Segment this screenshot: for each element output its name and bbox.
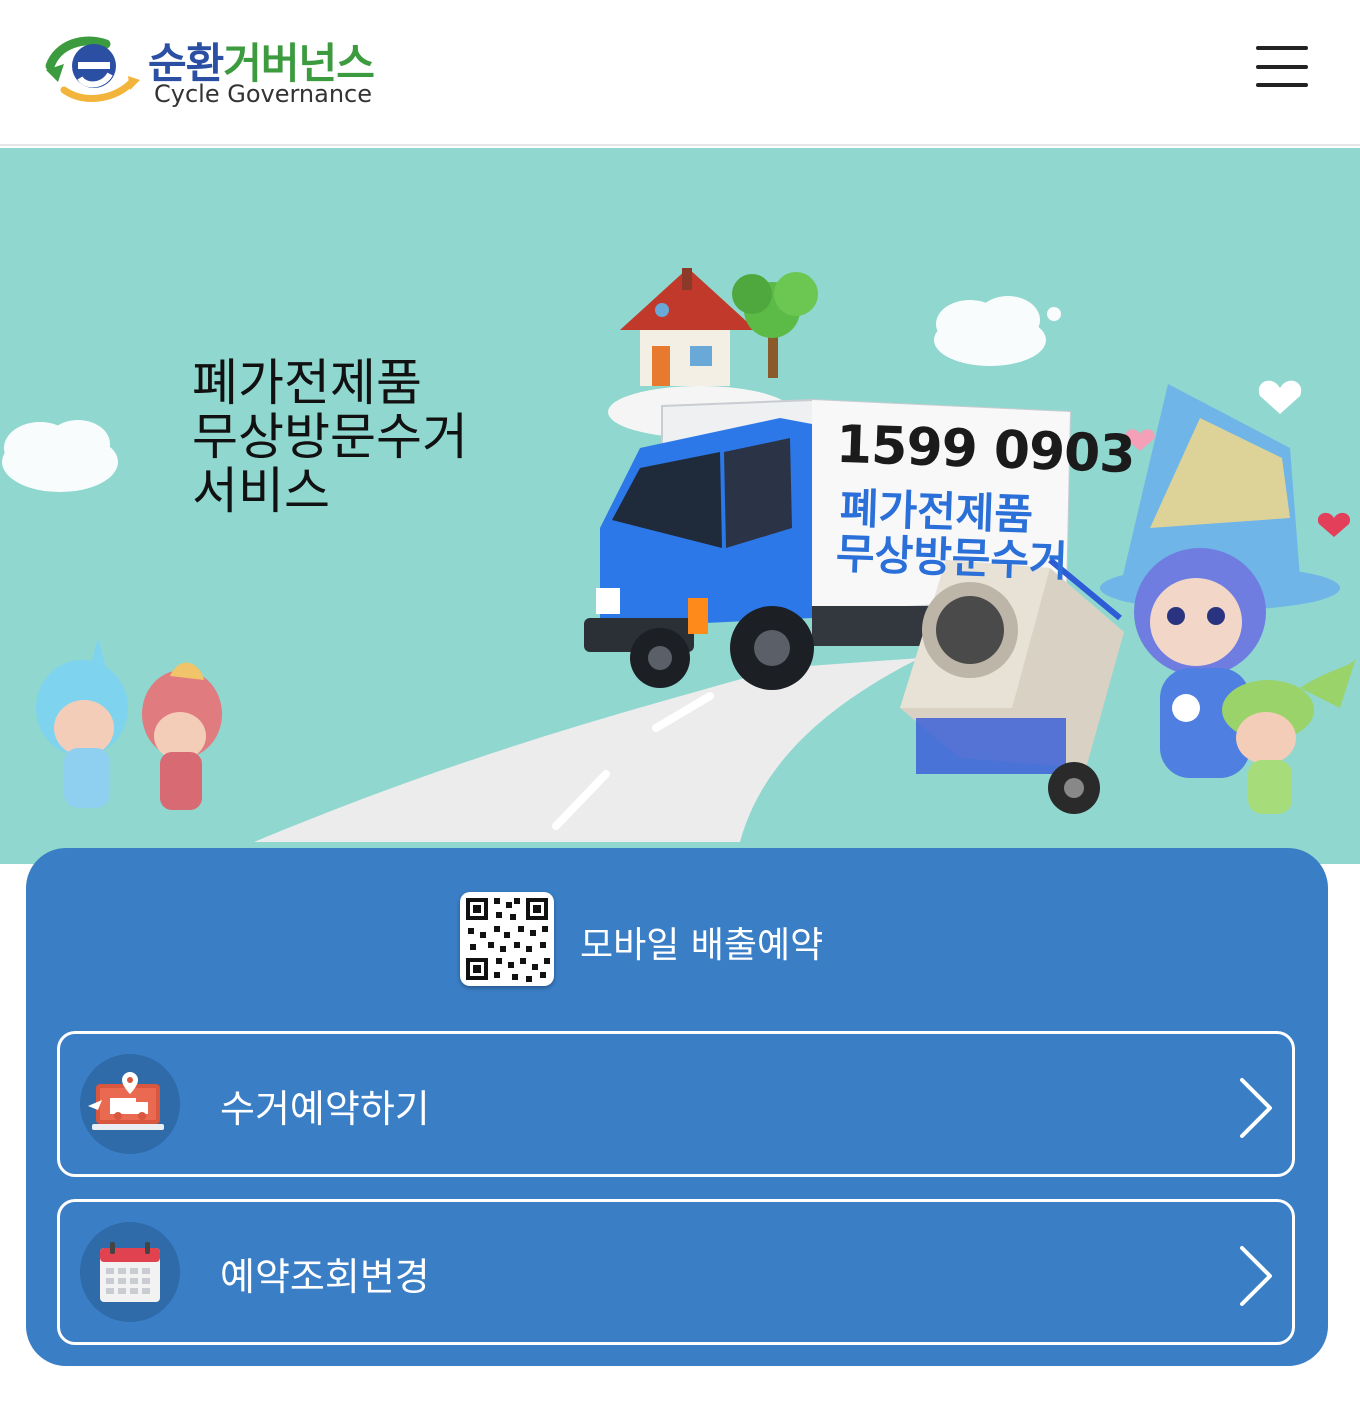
qr-code-graphic bbox=[466, 898, 550, 982]
logo-english-text: Cycle Governance bbox=[154, 80, 373, 108]
hero-banner: 폐가전제품 무상방문수거 서비스 1599 0903 폐가전제품 무상방문수거 bbox=[0, 148, 1360, 864]
pickup-reservation-button[interactable]: 수거예약하기 bbox=[57, 1031, 1295, 1177]
menu-bar bbox=[1256, 83, 1308, 87]
qr-code-icon[interactable] bbox=[460, 892, 554, 986]
character-pink bbox=[142, 662, 222, 810]
truck-phone-number: 1599 0903 bbox=[835, 414, 1136, 486]
hamburger-menu-icon[interactable] bbox=[1256, 46, 1308, 90]
cloud-right bbox=[934, 296, 1061, 366]
reservation-lookup-button[interactable]: 예약조회변경 bbox=[57, 1199, 1295, 1345]
chevron-right-icon bbox=[1240, 1246, 1272, 1306]
reservation-lookup-label: 예약조회변경 bbox=[220, 1255, 430, 1299]
site-logo[interactable]: 순환거버넌스 Cycle Governance bbox=[44, 30, 404, 110]
truck-text-line2: 무상방문수거 bbox=[835, 528, 1069, 587]
truck-reservation-icon bbox=[80, 1054, 180, 1154]
hero-title-line: 무상방문수거 bbox=[192, 408, 468, 466]
heart-icon bbox=[1258, 380, 1302, 414]
site-header: 순환거버넌스 Cycle Governance bbox=[0, 0, 1360, 146]
reservation-panel: 모바일 배출예약 수거예약하기 예약조회변경 bbox=[26, 848, 1328, 1366]
road bbox=[254, 658, 920, 842]
logo-e-icon bbox=[45, 36, 140, 102]
mobile-reservation-label: 모바일 배출예약 bbox=[580, 925, 824, 966]
hero-title-line: 서비스 bbox=[192, 462, 330, 520]
hero-title-line: 폐가전제품 bbox=[192, 354, 422, 412]
cloud-left bbox=[2, 420, 118, 492]
heart-icon bbox=[1317, 512, 1351, 537]
calendar-icon bbox=[80, 1222, 180, 1322]
pickup-reservation-label: 수거예약하기 bbox=[220, 1087, 430, 1131]
character-blue bbox=[36, 638, 128, 808]
menu-bar bbox=[1256, 65, 1308, 69]
chevron-right-icon bbox=[1240, 1078, 1272, 1138]
menu-bar bbox=[1256, 46, 1308, 50]
hero-title: 폐가전제품 무상방문수거 서비스 bbox=[192, 356, 468, 518]
